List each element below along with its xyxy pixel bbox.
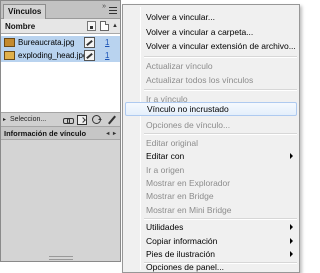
menu-item-edit-with[interactable]: Editar con: [123, 149, 299, 163]
menu-item-relink-to-folder[interactable]: Volver a vincular a carpeta...: [123, 25, 299, 39]
menu-item-relink[interactable]: Volver a vincular...: [123, 10, 299, 24]
menu-item-show-in-mini-bridge[interactable]: Mostrar en Mini Bridge: [123, 203, 299, 217]
menu-item-label: Mostrar en Explorador: [146, 178, 231, 188]
submenu-arrow-icon: [290, 251, 293, 257]
menu-item-utilities[interactable]: Utilidades: [123, 220, 299, 234]
panel-title-bar: Vínculos »: [1, 1, 120, 19]
menu-item-copy-info[interactable]: Copiar información: [123, 234, 299, 248]
column-name-label[interactable]: Nombre: [5, 22, 35, 31]
menu-item-edit-original[interactable]: Editar original: [123, 136, 299, 150]
linked-file-icon: [84, 37, 95, 48]
menu-item-label: Mostrar en Bridge: [146, 191, 214, 201]
menu-item-go-to-source[interactable]: Ir a origen: [123, 163, 299, 177]
image-thumbnail-icon: [4, 51, 15, 60]
menu-item-label: Ir a origen: [146, 165, 185, 175]
menu-item-panel-options[interactable]: Opciones de panel...: [123, 260, 299, 273]
menu-item-show-in-bridge[interactable]: Mostrar en Bridge: [123, 189, 299, 203]
menu-item-link-options[interactable]: Opciones de vínculo...: [123, 118, 299, 132]
menu-item-update-all-links[interactable]: Actualizar todos los vínculos: [123, 73, 299, 87]
menu-item-unembed-link[interactable]: Vínculo no incrustado: [125, 102, 297, 116]
page-column-icon[interactable]: [100, 21, 109, 31]
menu-item-label: Utilidades: [146, 222, 184, 232]
menu-item-label: Actualizar vínculo: [146, 61, 213, 71]
update-link-icon[interactable]: [92, 115, 102, 124]
linked-file-icon: [84, 50, 95, 61]
context-menu: Volver a vincular... Volver a vincular a…: [122, 4, 300, 273]
menu-item-captions[interactable]: Pies de ilustración: [123, 247, 299, 261]
submenu-arrow-icon: [290, 238, 293, 244]
menu-item-relink-extension[interactable]: Volver a vincular extensión de archivo..…: [123, 39, 299, 53]
column-header: Nombre ▲: [1, 19, 120, 34]
resize-grip-icon[interactable]: [49, 256, 73, 260]
links-list: Bureaucrata.jpg 1 exploding_head.jpg 1: [1, 34, 120, 112]
menu-item-label: Opciones de vínculo...: [146, 120, 231, 130]
menu-item-label: Vínculo no incrustado: [147, 104, 229, 114]
tab-links[interactable]: Vínculos: [3, 4, 47, 19]
menu-item-show-in-explorer[interactable]: Mostrar en Explorador: [123, 176, 299, 190]
panel-menu-icon[interactable]: [109, 7, 117, 14]
menu-item-label: Editar con: [146, 151, 185, 161]
selection-count-label: Seleccion...: [10, 116, 47, 123]
menu-item-label: Volver a vincular a carpeta...: [146, 27, 254, 37]
status-column-icon[interactable]: [87, 21, 96, 31]
link-info-title: Información de vínculo: [4, 129, 87, 138]
submenu-arrow-icon: [290, 224, 293, 230]
menu-item-label: Mostrar en Mini Bridge: [146, 205, 232, 215]
menu-item-label: Actualizar todos los vínculos: [146, 75, 254, 85]
menu-item-label: Volver a vincular extensión de archivo..…: [146, 41, 296, 51]
list-item[interactable]: Bureaucrata.jpg 1: [1, 36, 120, 49]
panel-toolbar: ▸ Seleccion...: [1, 112, 120, 127]
menu-separator: [144, 56, 297, 58]
go-to-link-icon[interactable]: [77, 115, 87, 125]
menu-item-label: Opciones de panel...: [146, 262, 224, 272]
page-link[interactable]: 1: [105, 51, 109, 60]
menu-item-label: Copiar información: [146, 236, 218, 246]
menu-separator: [144, 89, 297, 91]
menu-item-label: Editar original: [146, 138, 198, 148]
menu-item-label: Volver a vincular...: [146, 12, 215, 22]
relink-icon[interactable]: [63, 115, 74, 125]
image-thumbnail-icon: [4, 38, 15, 47]
link-info-body: [1, 140, 120, 256]
links-panel: Vínculos » Nombre ▲ Bureaucrata.jpg 1 ex…: [0, 0, 121, 262]
file-name: exploding_head.jpg: [18, 51, 88, 60]
list-item[interactable]: exploding_head.jpg 1: [1, 49, 120, 62]
edit-original-icon[interactable]: [107, 115, 117, 125]
submenu-arrow-icon: [290, 153, 293, 159]
menu-separator: [144, 133, 297, 135]
menu-item-label: Pies de ilustración: [146, 249, 215, 259]
link-info-header[interactable]: Información de vínculo ◂ ▸: [1, 127, 120, 140]
menu-item-update-link[interactable]: Actualizar vínculo: [123, 59, 299, 73]
page-link[interactable]: 1: [105, 38, 109, 47]
info-nav-arrows-icon[interactable]: ◂ ▸: [106, 130, 117, 137]
file-name: Bureaucrata.jpg: [18, 38, 75, 47]
sort-arrow-icon[interactable]: ▲: [112, 23, 118, 29]
collapse-icon[interactable]: »: [102, 3, 106, 10]
expand-triangle-icon[interactable]: ▸: [3, 116, 6, 123]
